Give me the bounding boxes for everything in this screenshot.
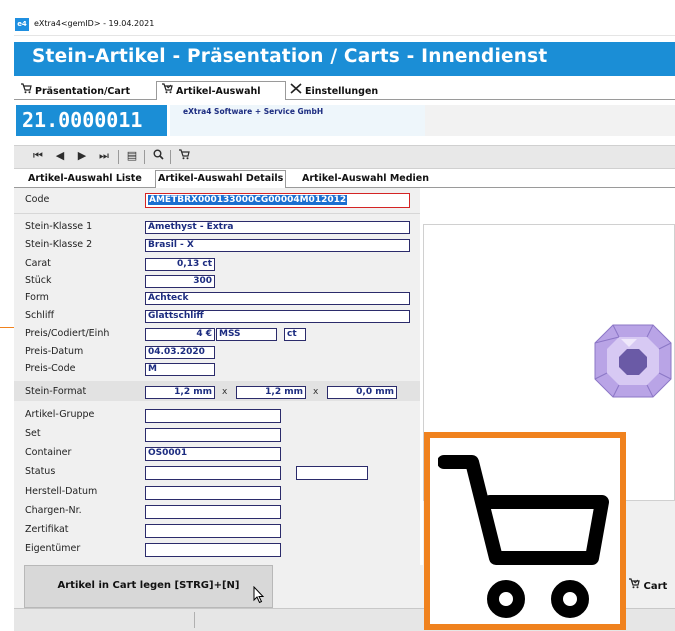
tab-auswahl-liste[interactable]: Artikel-Auswahl Liste	[28, 171, 142, 187]
tab-label: Einstellungen	[305, 86, 379, 97]
preis-code-value-field[interactable]: M	[145, 363, 215, 376]
preis-datum-field[interactable]: 04.03.2020	[145, 346, 215, 359]
tab-auswahl-details[interactable]: Artikel-Auswahl Details	[155, 170, 287, 188]
stueck-field[interactable]: 300	[145, 275, 215, 288]
artikel-gruppe-field[interactable]	[145, 409, 281, 423]
preis-code-field[interactable]: MSS	[216, 328, 277, 341]
cart-button[interactable]: Cart	[628, 578, 667, 592]
preis-field[interactable]: 4 €	[145, 328, 215, 341]
chargen-nr-label: Chargen-Nr.	[25, 505, 82, 516]
status-field[interactable]	[145, 466, 281, 480]
zertifikat-label: Zertifikat	[25, 524, 69, 535]
cart-check-icon	[628, 578, 643, 592]
form-field[interactable]: Achteck	[145, 292, 410, 305]
stueck-label: Stück	[25, 275, 52, 286]
toolbar-divider	[118, 150, 119, 164]
article-number: 21.0000011	[22, 108, 143, 132]
stein-format-label: Stein-Format	[25, 386, 87, 397]
preis-code-label: Preis-Code	[25, 363, 76, 374]
toolbar-divider	[144, 150, 145, 164]
navigation-toolbar: ⏮ ◀ ▶ ⏭ ▤	[14, 145, 675, 169]
page-banner: Stein-Artikel - Präsentation / Carts - I…	[14, 42, 675, 76]
schliff-field[interactable]: Glattschliff	[145, 310, 410, 323]
preis-label: Preis/Codiert/Einh	[25, 328, 110, 339]
toolbar-divider	[170, 150, 171, 164]
last-icon[interactable]: ⏭	[96, 149, 112, 163]
preis-unit-field[interactable]: ct	[284, 328, 306, 341]
tab-label: Artikel-Auswahl	[176, 86, 261, 97]
page-title: Stein-Artikel - Präsentation / Carts - I…	[32, 46, 548, 67]
container-label: Container	[25, 447, 72, 458]
code-field[interactable]: AMETBRX000133000CG00004M012012	[145, 193, 410, 208]
window-title: eXtra4<gemID> - 19.04.2021	[34, 19, 155, 28]
stein-format-b-field[interactable]: 1,2 mm	[236, 386, 306, 399]
stein-klasse-2-field[interactable]: Brasil - X	[145, 239, 410, 252]
status-label: Status	[25, 466, 56, 477]
details-form: Code AMETBRX000133000CG00004M012012 Stei…	[14, 188, 420, 608]
eigentuemer-label: Eigentümer	[25, 543, 81, 554]
tab-artikel-auswahl[interactable]: Artikel-Auswahl	[156, 81, 286, 100]
times-sep: x	[222, 387, 228, 397]
header-strip	[425, 105, 675, 136]
times-sep: x	[313, 387, 319, 397]
tab-label: Präsentation/Cart	[35, 86, 131, 97]
code-value: AMETBRX000133000CG00004M012012	[148, 195, 348, 205]
app-icon: e4	[15, 18, 29, 31]
cart-callout-overlay	[424, 432, 626, 630]
cart-icon[interactable]	[176, 149, 192, 163]
sub-tab-bar: Artikel-Auswahl Liste Artikel-Auswahl De…	[14, 170, 675, 188]
zertifikat-field[interactable]	[145, 524, 281, 538]
add-to-cart-label: Artikel in Cart legen [STRG]+[N]	[57, 580, 240, 591]
status-extra-field[interactable]	[296, 466, 368, 480]
mouse-cursor-icon	[253, 586, 265, 604]
preis-datum-label: Preis-Datum	[25, 346, 84, 357]
code-label: Code	[25, 194, 50, 205]
stein-klasse-1-label: Stein-Klasse 1	[25, 221, 93, 232]
form-label: Form	[25, 292, 49, 303]
eigentuemer-field[interactable]	[145, 543, 281, 557]
artikel-gruppe-label: Artikel-Gruppe	[25, 409, 95, 420]
add-to-cart-button[interactable]: Artikel in Cart legen [STRG]+[N]	[24, 565, 273, 608]
tab-praesentation-cart[interactable]: Präsentation/Cart	[16, 82, 130, 99]
stein-format-a-field[interactable]: 1,2 mm	[145, 386, 215, 399]
set-field[interactable]	[145, 428, 281, 442]
cart-icon	[438, 455, 609, 618]
schliff-label: Schliff	[25, 310, 55, 321]
cart-button-label: Cart	[643, 581, 668, 592]
herstell-datum-label: Herstell-Datum	[25, 486, 98, 497]
top-tab-bar: Präsentation/Cart Artikel-Auswahl Einste…	[14, 81, 675, 100]
status-divider	[194, 612, 195, 628]
divider	[14, 213, 420, 214]
carat-label: Carat	[25, 258, 51, 269]
stein-format-c-field[interactable]: 0,0 mm	[327, 386, 397, 399]
stein-klasse-2-label: Stein-Klasse 2	[25, 239, 93, 250]
article-number-box: 21.0000011	[16, 105, 167, 136]
tab-einstellungen[interactable]: Einstellungen	[286, 82, 378, 99]
stein-klasse-1-field[interactable]: Amethyst - Extra	[145, 221, 410, 234]
prev-icon[interactable]: ◀	[52, 149, 68, 162]
cart-icon	[20, 82, 32, 99]
stone-image	[594, 324, 672, 398]
title-bar: e4 eXtra4<gemID> - 19.04.2021	[14, 15, 675, 36]
next-icon[interactable]: ▶	[74, 149, 90, 162]
carat-field[interactable]: 0,13 ct	[145, 258, 215, 271]
callout-line	[0, 327, 14, 328]
company-box: eXtra4 Software + Service GmbH	[170, 105, 425, 136]
herstell-datum-field[interactable]	[145, 486, 281, 500]
search-icon[interactable]	[150, 149, 166, 163]
set-label: Set	[25, 428, 41, 439]
tools-icon	[290, 82, 302, 99]
container-field[interactable]: OS0001	[145, 447, 281, 461]
cart-check-icon	[161, 82, 173, 99]
first-icon[interactable]: ⏮	[30, 149, 46, 163]
chargen-nr-field[interactable]	[145, 505, 281, 519]
list-icon[interactable]: ▤	[124, 149, 140, 162]
tab-auswahl-medien[interactable]: Artikel-Auswahl Medien	[302, 171, 429, 187]
company-name: eXtra4 Software + Service GmbH	[183, 107, 324, 116]
